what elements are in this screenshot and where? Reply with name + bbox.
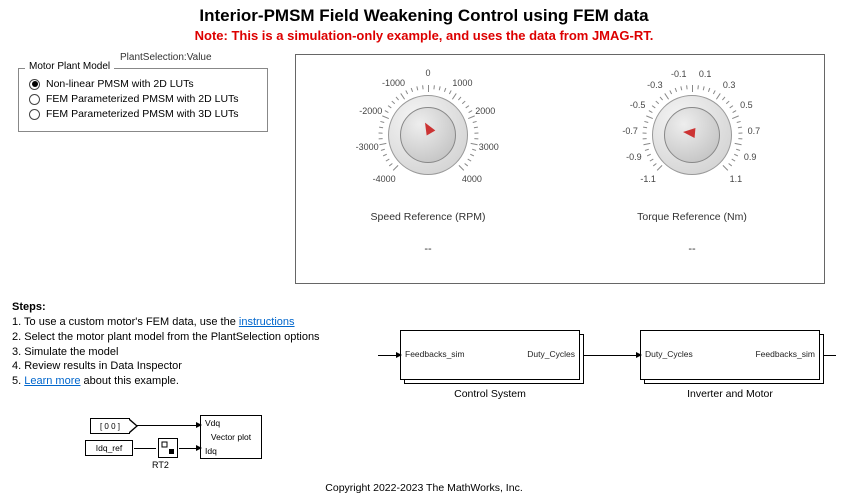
radio-dot-icon bbox=[29, 94, 40, 105]
const-block[interactable]: [ 0 0 ] bbox=[90, 418, 130, 434]
dials-panel: -4000 -3000 -2000 -1000 0 1000 2000 3000 4000 Sp… bbox=[295, 54, 825, 284]
radio-option-0[interactable]: Non-linear PMSM with 2D LUTs bbox=[29, 78, 257, 90]
vdq-port: Vdq bbox=[205, 418, 220, 428]
wire-idq-rt bbox=[134, 448, 156, 449]
radio-option-1[interactable]: FEM Parameterized PMSM with 2D LUTs bbox=[29, 93, 257, 105]
dial-tick-label: -1000 bbox=[382, 78, 405, 88]
control-system-block[interactable]: Feedbacks_sim Duty_Cycles bbox=[400, 330, 580, 380]
port-feedbacks-out: Feedbacks_sim bbox=[755, 349, 815, 359]
plant-selection-group: Motor Plant Model Non-linear PMSM with 2… bbox=[18, 68, 268, 132]
dial-tick-label: 1.1 bbox=[730, 174, 743, 184]
dial-tick-label: 0.5 bbox=[740, 100, 753, 110]
dial-tick-label: 0.7 bbox=[748, 126, 761, 136]
step-1a: 1. To use a custom motor's FEM data, use… bbox=[12, 316, 239, 328]
radio-label: Non-linear PMSM with 2D LUTs bbox=[46, 78, 194, 90]
steps-heading: Steps: bbox=[12, 301, 46, 313]
rt2-label: RT2 bbox=[152, 460, 169, 470]
dial-tick-label: -0.1 bbox=[671, 69, 687, 79]
idq-port: Idq bbox=[205, 446, 217, 456]
step-5b: about this example. bbox=[81, 375, 179, 387]
steps-text: Steps: 1. To use a custom motor's FEM da… bbox=[12, 300, 320, 389]
radio-label: FEM Parameterized PMSM with 2D LUTs bbox=[46, 93, 239, 105]
speed-dial-column: -4000 -3000 -2000 -1000 0 1000 2000 3000 4000 Sp… bbox=[296, 55, 560, 283]
dial-tick-label: -1.1 bbox=[640, 174, 656, 184]
speed-dial[interactable]: -4000 -3000 -2000 -1000 0 1000 2000 3000 4000 bbox=[338, 65, 518, 205]
speed-dial-value: -- bbox=[424, 243, 431, 255]
port-feedbacks-sim: Feedbacks_sim bbox=[405, 349, 465, 359]
dial-tick-label: -0.7 bbox=[622, 126, 638, 136]
idq-ref-block[interactable]: Idq_ref bbox=[85, 440, 133, 456]
torque-dial-title: Torque Reference (Nm) bbox=[637, 211, 747, 223]
signal-wire-out bbox=[824, 355, 836, 356]
param-label: PlantSelection:Value bbox=[120, 52, 212, 63]
dial-knob bbox=[400, 107, 456, 163]
control-system-label: Control System bbox=[400, 388, 580, 400]
page-title: Interior-PMSM Field Weakening Control us… bbox=[0, 0, 848, 26]
radio-dot-icon bbox=[29, 79, 40, 90]
rt2-block[interactable] bbox=[158, 438, 178, 458]
torque-dial-column: -1.1 -0.9 -0.7 -0.5-0.3 -0.1 0.1 0.3 0.5 0.7 0.9 1… bbox=[560, 55, 824, 283]
radio-dot-icon bbox=[29, 109, 40, 120]
speed-dial-title: Speed Reference (RPM) bbox=[371, 211, 486, 223]
copyright-text: Copyright 2022-2023 The MathWorks, Inc. bbox=[0, 482, 848, 494]
inverter-motor-block[interactable]: Duty_Cycles Feedbacks_sim bbox=[640, 330, 820, 380]
dial-tick-label: -0.9 bbox=[626, 152, 642, 162]
dial-tick-label: 2000 bbox=[475, 106, 495, 116]
note-text: Note: This is a simulation-only example,… bbox=[0, 26, 848, 43]
wire-rt-idq bbox=[179, 448, 196, 449]
dial-tick-label: 0.1 bbox=[699, 69, 712, 79]
vector-plot-block[interactable]: Vdq Vector plot Idq bbox=[200, 415, 262, 459]
dial-tick-label: -0.5 bbox=[630, 100, 646, 110]
dial-tick-label: -0.3 bbox=[647, 80, 663, 90]
group-legend: Motor Plant Model bbox=[25, 61, 114, 72]
dial-tick-label: 0.9 bbox=[744, 152, 757, 162]
port-duty-cycles: Duty_Cycles bbox=[527, 349, 575, 359]
instructions-link[interactable]: instructions bbox=[239, 316, 295, 328]
dial-tick-label: -3000 bbox=[356, 142, 379, 152]
dial-pointer-icon bbox=[683, 127, 696, 138]
signal-wire-feedback bbox=[378, 355, 396, 356]
step-2: 2. Select the motor plant model from the… bbox=[12, 331, 320, 343]
dial-tick-label: 1000 bbox=[452, 78, 472, 88]
step-4: 4. Review results in Data Inspector bbox=[12, 360, 182, 372]
step-3: 3. Simulate the model bbox=[12, 346, 118, 358]
dial-tick-label: -4000 bbox=[373, 174, 396, 184]
radio-label: FEM Parameterized PMSM with 3D LUTs bbox=[46, 108, 239, 120]
radio-option-2[interactable]: FEM Parameterized PMSM with 3D LUTs bbox=[29, 108, 257, 120]
dial-tick-label: 3000 bbox=[479, 142, 499, 152]
dial-tick-label: 0.3 bbox=[723, 80, 736, 90]
step-5a: 5. bbox=[12, 375, 24, 387]
torque-dial[interactable]: -1.1 -0.9 -0.7 -0.5-0.3 -0.1 0.1 0.3 0.5 0.7 0.9 1… bbox=[602, 65, 782, 205]
dial-tick-label: -2000 bbox=[359, 106, 382, 116]
dial-tick-label: 0 bbox=[425, 68, 430, 78]
goto-tag-icon-fill bbox=[129, 420, 136, 432]
torque-dial-value: -- bbox=[688, 243, 695, 255]
signal-wire bbox=[584, 355, 636, 356]
wire-const-vdq bbox=[131, 425, 196, 426]
vector-plot-label: Vector plot bbox=[211, 432, 251, 442]
learn-more-link[interactable]: Learn more bbox=[24, 375, 80, 387]
inverter-motor-label: Inverter and Motor bbox=[640, 388, 820, 400]
dial-tick-label: 4000 bbox=[462, 174, 482, 184]
rt-icon bbox=[161, 441, 175, 455]
port-duty-cycles-in: Duty_Cycles bbox=[645, 349, 693, 359]
